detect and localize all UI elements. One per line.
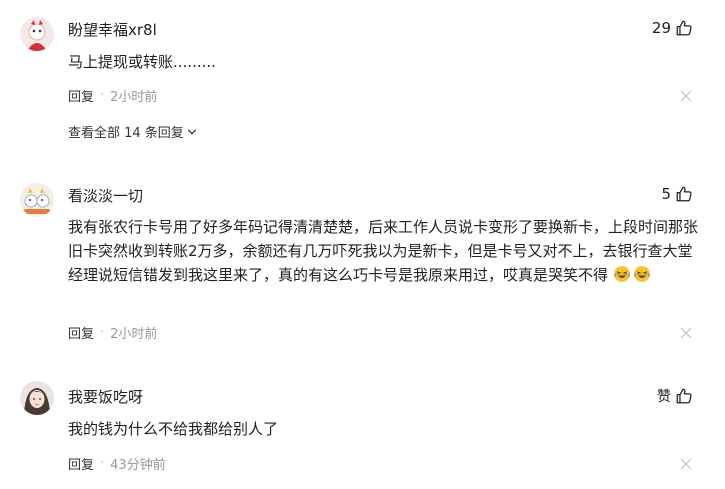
laugh-cry-emoji [633,266,650,282]
view-all-replies-button[interactable]: 查看全部 14 条回复 [68,122,197,141]
reply-button[interactable]: 回复 [68,454,94,473]
avatar[interactable] [20,17,54,51]
reply-button[interactable]: 回复 [68,86,94,105]
comment-text-body: 我有张农行卡号用了好多年码记得清清楚楚，后来工作人员说卡变形了要换新卡，上段时间… [68,218,699,284]
comment-time: 43分钟前 [110,458,166,473]
chevron-down-icon [187,129,196,134]
comment-time: 2小时前 [110,90,158,105]
like-count: 29 [651,19,671,37]
avatar[interactable] [20,183,54,217]
view-all-replies-label: 查看全部 14 条回复 [68,126,184,141]
meta-separator: · [100,88,105,103]
laugh-cry-emoji [613,266,630,282]
username[interactable]: 盼望幸福xr8l [68,19,157,40]
like-button[interactable]: 29 [652,19,693,37]
comment-time: 2小时前 [110,327,158,342]
thumbs-up-icon [676,388,692,404]
reply-button[interactable]: 回复 [68,323,94,342]
username[interactable]: 我要饭吃呀 [68,386,143,407]
meta-separator: · [100,456,105,471]
comment-meta: 回复 · 43分钟前 [68,454,166,473]
thumbs-up-icon [676,186,692,202]
like-count: 赞 [657,389,671,405]
avatar[interactable] [20,381,54,415]
comment-meta: 回复 · 2小时前 [68,86,157,105]
thumbs-up-icon [676,20,692,36]
comment-meta: 回复 · 2小时前 [68,323,157,342]
username[interactable]: 看淡淡一切 [68,185,143,206]
close-icon[interactable] [680,90,692,102]
like-button[interactable]: 5 [661,185,693,203]
close-icon[interactable] [680,327,692,339]
comment-text: 我的钱为什么不给我都给别人了 [68,420,279,438]
comment-text: 马上提现或转账......... [68,53,216,71]
meta-separator: · [100,325,105,340]
comment-text: 我有张农行卡号用了好多年码记得清清楚楚，后来工作人员说卡变形了要换新卡，上段时间… [68,215,698,287]
close-icon[interactable] [680,458,692,470]
like-count: 5 [661,185,671,203]
like-button[interactable]: 赞 [657,386,693,406]
